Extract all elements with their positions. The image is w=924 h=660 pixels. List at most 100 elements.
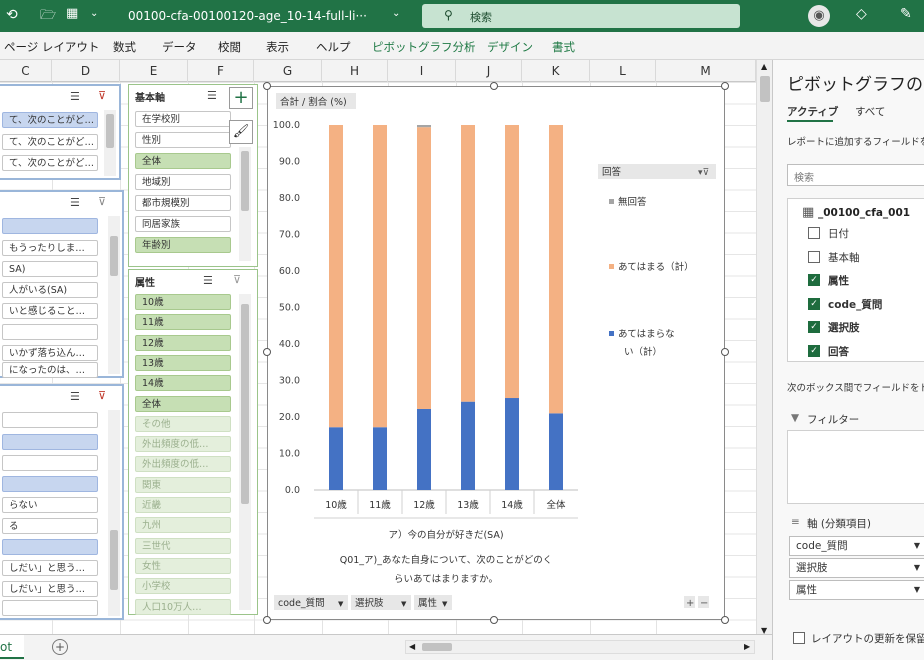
field-label[interactable]: 選択肢 <box>828 320 860 335</box>
field-label[interactable]: 回答 <box>828 344 849 359</box>
slicer-item[interactable]: しだい」と思う… <box>2 581 98 597</box>
axis-field-choice[interactable]: 選択肢 ▼ <box>789 558 924 578</box>
slicer-item[interactable]: 性別 <box>135 132 231 148</box>
filter-drop-area[interactable] <box>787 430 924 504</box>
slicer-item[interactable] <box>2 455 98 471</box>
slicer-item[interactable]: 外出頻度の低… <box>135 456 231 473</box>
slicer-item[interactable]: 関東 <box>135 476 231 493</box>
tab-view[interactable]: 表示 <box>266 39 289 55</box>
slicer-scrollbar[interactable] <box>239 147 251 261</box>
tab-all[interactable]: すべて <box>855 104 885 119</box>
tab-page-layout[interactable]: ページ レイアウト <box>4 39 99 55</box>
tab-pivotchart-analyze[interactable]: ピボットグラフ分析 <box>372 39 476 55</box>
axis-field-attr[interactable]: 属性 ▼ <box>789 580 924 600</box>
field-checkbox[interactable] <box>808 227 820 239</box>
slicer-item[interactable]: 三世代 <box>135 537 231 554</box>
multi-select-icon[interactable]: ☰ <box>70 196 80 209</box>
slicer-item[interactable]: 女性 <box>135 557 231 574</box>
slicer-item[interactable] <box>2 434 98 450</box>
slicer-item[interactable]: 九州 <box>135 517 231 534</box>
chart-styles-button[interactable]: 🖌 <box>229 120 253 144</box>
tab-data[interactable]: データ <box>162 39 197 55</box>
field-label[interactable]: code_質問 <box>828 297 882 312</box>
slicer-item[interactable]: もうったりしま… <box>2 240 98 256</box>
slicer-item[interactable]: いと感じること… <box>2 303 98 319</box>
scroll-up-icon[interactable]: ▲ <box>761 62 767 71</box>
pivot-chart[interactable]: 合計 / 割合 (%) 0.0 10.0 20.0 30.0 40.0 50.0 60.0 70… <box>267 86 725 620</box>
slicer-item[interactable]: 全体 <box>135 395 231 412</box>
slicer-item[interactable] <box>2 539 98 555</box>
slicer-scrollbar[interactable] <box>239 294 251 610</box>
sheet-tab[interactable]: ot <box>0 635 24 659</box>
col-g[interactable]: G <box>254 60 322 82</box>
axis-field-code[interactable]: code_質問 ▼ <box>789 536 924 556</box>
slicer-question-3[interactable]: ☰ ⊽ らない る しだい」と思う… しだい」と思う… <box>0 384 124 620</box>
slicer-item[interactable]: しだい」と思う… <box>2 560 98 576</box>
slicer-kihonjiku[interactable]: 基本軸 ☰ 在学校別 性別 全体 地域別 都市規模別 同居家族 年齢別 <box>128 84 258 267</box>
slicer-question-2[interactable]: ☰ ⊽ もうったりしま… SA) 人がいる(SA) いと感じること… いかず落ち… <box>0 190 124 378</box>
chevron-down-icon[interactable]: ⌄ <box>90 8 98 19</box>
slicer-zokusei[interactable]: 属性 ☰ ⊽ 10歳 11歳 12歳 13歳 14歳 全体 その他 外出頻度の低… 外出頻度の低… <box>128 269 258 615</box>
col-k[interactable]: K <box>522 60 590 82</box>
slicer-item[interactable]: 外出頻度の低… <box>135 436 231 453</box>
col-e[interactable]: E <box>120 60 188 82</box>
search-input[interactable]: ⚲ 検索 <box>422 4 740 28</box>
field-checkbox[interactable]: ✓ <box>808 274 820 286</box>
col-j[interactable]: J <box>456 60 522 82</box>
field-label[interactable]: 日付 <box>828 226 849 241</box>
multi-select-icon[interactable]: ☰ <box>207 89 217 102</box>
slicer-item[interactable]: 人口10万人… <box>135 598 231 615</box>
grid-icon[interactable]: ▦ <box>66 6 78 21</box>
field-label[interactable]: 属性 <box>828 273 849 288</box>
vertical-scrollbar[interactable]: ▲ ▼ <box>756 60 772 640</box>
pen-icon[interactable]: ✎ <box>900 6 912 22</box>
slicer-item[interactable]: 13歳 <box>135 354 231 371</box>
slicer-item[interactable] <box>2 476 98 492</box>
multi-select-icon[interactable]: ☰ <box>70 90 80 103</box>
col-d[interactable]: D <box>52 60 120 82</box>
slicer-item[interactable]: になったのは、… <box>2 362 98 378</box>
col-l[interactable]: L <box>590 60 656 82</box>
chevron-down-icon[interactable]: ⌄ <box>392 8 400 19</box>
field-checkbox[interactable]: ✓ <box>808 344 820 357</box>
defer-update-checkbox[interactable] <box>793 632 805 644</box>
tab-formulas[interactable]: 数式 <box>113 39 136 55</box>
clear-filter-icon[interactable]: ⊽ <box>98 89 106 102</box>
avatar[interactable]: ◉ <box>808 5 830 27</box>
slicer-item[interactable]: 在学校別 <box>135 111 231 127</box>
slicer-item[interactable]: る <box>2 518 98 534</box>
tab-active[interactable]: アクティブ <box>787 104 838 119</box>
slicer-item[interactable]: て、次のことがど… <box>2 112 98 128</box>
slicer-item[interactable] <box>2 412 98 428</box>
multi-select-icon[interactable]: ☰ <box>70 390 80 403</box>
slicer-item[interactable]: その他 <box>135 415 231 432</box>
slicer-item[interactable]: 人がいる(SA) <box>2 282 98 298</box>
col-c[interactable]: C <box>0 60 52 82</box>
field-search-input[interactable]: 検索 <box>787 164 924 186</box>
slicer-item[interactable]: 14歳 <box>135 375 231 392</box>
slicer-item[interactable]: 全体 <box>135 153 231 169</box>
slicer-scrollbar[interactable] <box>108 216 120 374</box>
clear-filter-icon[interactable]: ⊽ <box>98 389 106 402</box>
undo-icon[interactable]: ⟲ <box>6 7 18 23</box>
add-sheet-button[interactable]: + <box>52 639 68 655</box>
slicer-question-1[interactable]: ☰ ⊽ て、次のことがど… て、次のことがど… て、次のことがど… <box>0 84 121 180</box>
scroll-left-icon[interactable]: ◀ <box>409 642 415 651</box>
col-m[interactable]: M <box>656 60 756 82</box>
diamond-icon[interactable]: ◇ <box>856 6 867 22</box>
slicer-item[interactable]: 10歳 <box>135 294 231 310</box>
slicer-item[interactable]: 12歳 <box>135 334 231 351</box>
tab-review[interactable]: 校閲 <box>218 39 241 55</box>
tab-design[interactable]: デザイン <box>487 39 533 55</box>
slicer-item[interactable]: 11歳 <box>135 314 231 331</box>
slicer-item[interactable]: いかず落ち込ん… <box>2 345 98 361</box>
tab-help[interactable]: ヘルプ <box>316 39 351 55</box>
multi-select-icon[interactable]: ☰ <box>203 274 213 287</box>
slicer-item[interactable]: SA) <box>2 261 98 277</box>
slicer-scrollbar[interactable] <box>108 410 120 616</box>
field-checkbox[interactable]: ✓ <box>808 297 820 310</box>
field-checkbox[interactable]: ✓ <box>808 321 820 333</box>
slicer-item[interactable]: 都市規模別 <box>135 195 231 211</box>
open-folder-icon[interactable]: 🗁 <box>40 6 56 28</box>
slicer-item[interactable] <box>2 600 98 616</box>
